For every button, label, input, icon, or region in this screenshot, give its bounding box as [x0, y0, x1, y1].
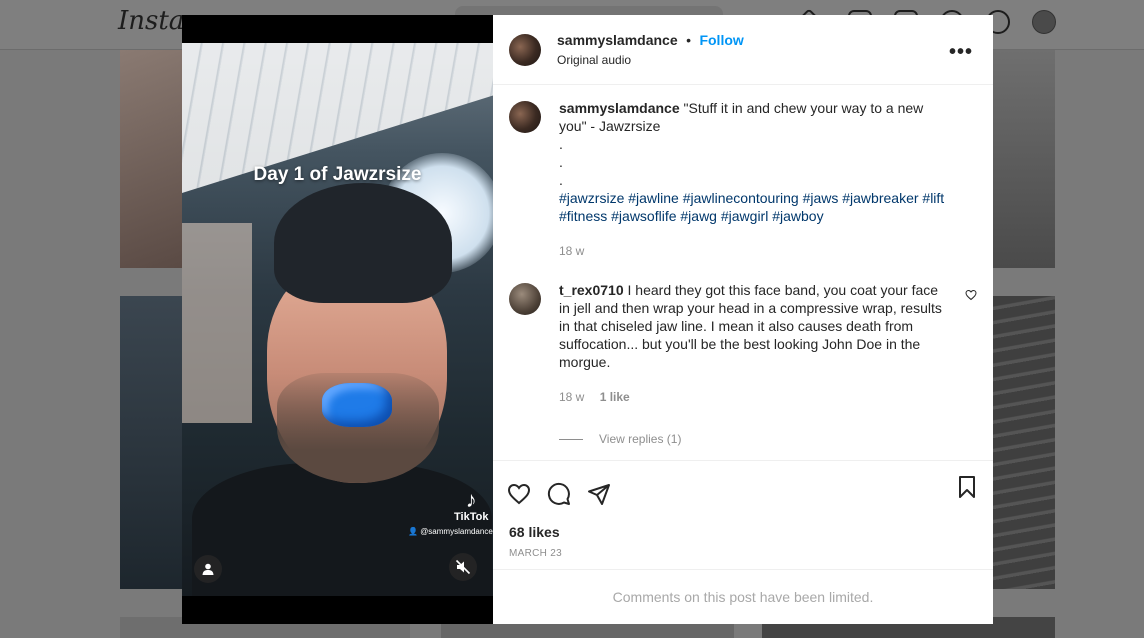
commenter-avatar[interactable]: [509, 283, 541, 316]
audio-label[interactable]: Original audio: [557, 53, 744, 67]
save-bookmark-icon[interactable]: [955, 475, 979, 499]
post-date[interactable]: MARCH 23: [493, 540, 993, 559]
profile-avatar-icon: [1032, 10, 1056, 34]
caption-body: sammyslamdance "Stuff it in and chew you…: [559, 99, 954, 260]
post-header: sammyslamdance • Follow Original audio •…: [493, 15, 993, 86]
caption-dot: .: [559, 154, 563, 171]
caption-hashtags[interactable]: #jawzrsize #jawline #jawlinecontouring #…: [559, 189, 954, 207]
view-replies-label[interactable]: View replies (1): [599, 432, 681, 446]
comments-section[interactable]: sammyslamdance "Stuff it in and chew you…: [493, 85, 993, 460]
share-paper-plane-icon[interactable]: [587, 482, 611, 506]
comment-item: t_rex0710 I heard they got this face ban…: [509, 281, 977, 406]
follow-button[interactable]: Follow: [699, 32, 743, 48]
caption-dot: .: [559, 136, 563, 153]
grid-tile: [120, 50, 182, 268]
tiktok-label: TikTok: [454, 511, 489, 523]
jaw-trainer-shape: [322, 383, 392, 427]
likes-count[interactable]: 68 likes: [493, 512, 993, 540]
cap-shape: [274, 183, 452, 303]
wall-background: [182, 223, 252, 423]
tiktok-logo-icon: ♪: [465, 487, 477, 512]
video-overlay-title: Day 1 of Jawzrsize: [253, 164, 422, 185]
like-heart-icon[interactable]: [507, 482, 531, 506]
comment-meta: 18 w 1 like: [559, 388, 949, 406]
caption-hashtags[interactable]: #fitness #jawsoflife #jawg #jawgirl #jaw…: [559, 207, 954, 225]
comment-likes[interactable]: 1 like: [600, 390, 630, 404]
grid-tile: [120, 296, 182, 589]
person-icon: [202, 563, 214, 575]
comment-like-heart-icon[interactable]: [965, 289, 977, 301]
video-frame[interactable]: Day 1 of Jawzrsize ♪ TikTok 👤 @sammyslam…: [182, 43, 493, 596]
comments-limited-notice: Comments on this post have been limited.: [493, 569, 993, 624]
separator-dot: •: [686, 32, 691, 49]
author-avatar[interactable]: [509, 33, 541, 66]
tagged-users-button[interactable]: [194, 555, 222, 583]
caption-time[interactable]: 18 w: [559, 244, 584, 258]
author-info: sammyslamdance • Follow Original audio: [557, 32, 744, 67]
comment-bubble-icon[interactable]: [547, 482, 571, 506]
caption: sammyslamdance "Stuff it in and chew you…: [509, 99, 977, 260]
action-bar: [493, 460, 993, 512]
post-modal: Day 1 of Jawzrsize ♪ TikTok 👤 @sammyslam…: [182, 15, 993, 624]
tiktok-username-text: @sammyslamdance: [420, 527, 493, 536]
replies-divider-line: [559, 438, 583, 440]
author-username[interactable]: sammyslamdance: [557, 32, 678, 48]
view-replies-button[interactable]: View replies (1): [559, 432, 977, 446]
caption-meta: 18 w: [559, 242, 954, 260]
comment-time[interactable]: 18 w: [559, 390, 584, 404]
post-details-panel: sammyslamdance • Follow Original audio •…: [493, 15, 993, 624]
tiktok-watermark: ♪ TikTok: [454, 487, 489, 524]
caption-dot: .: [559, 172, 563, 189]
caption-username[interactable]: sammyslamdance: [559, 100, 680, 116]
commenter-username[interactable]: t_rex0710: [559, 282, 624, 298]
caption-avatar[interactable]: [509, 101, 541, 134]
comment-body: t_rex0710 I heard they got this face ban…: [559, 281, 949, 406]
speaker-muted-icon: [455, 559, 471, 575]
grid-tile: [993, 50, 1055, 268]
more-options-icon[interactable]: •••: [949, 41, 973, 64]
grid-tile: [993, 296, 1055, 589]
reel-video[interactable]: Day 1 of Jawzrsize ♪ TikTok 👤 @sammyslam…: [182, 15, 493, 624]
mute-button[interactable]: [449, 553, 477, 581]
tiktok-username: 👤 @sammyslamdance: [408, 527, 493, 536]
